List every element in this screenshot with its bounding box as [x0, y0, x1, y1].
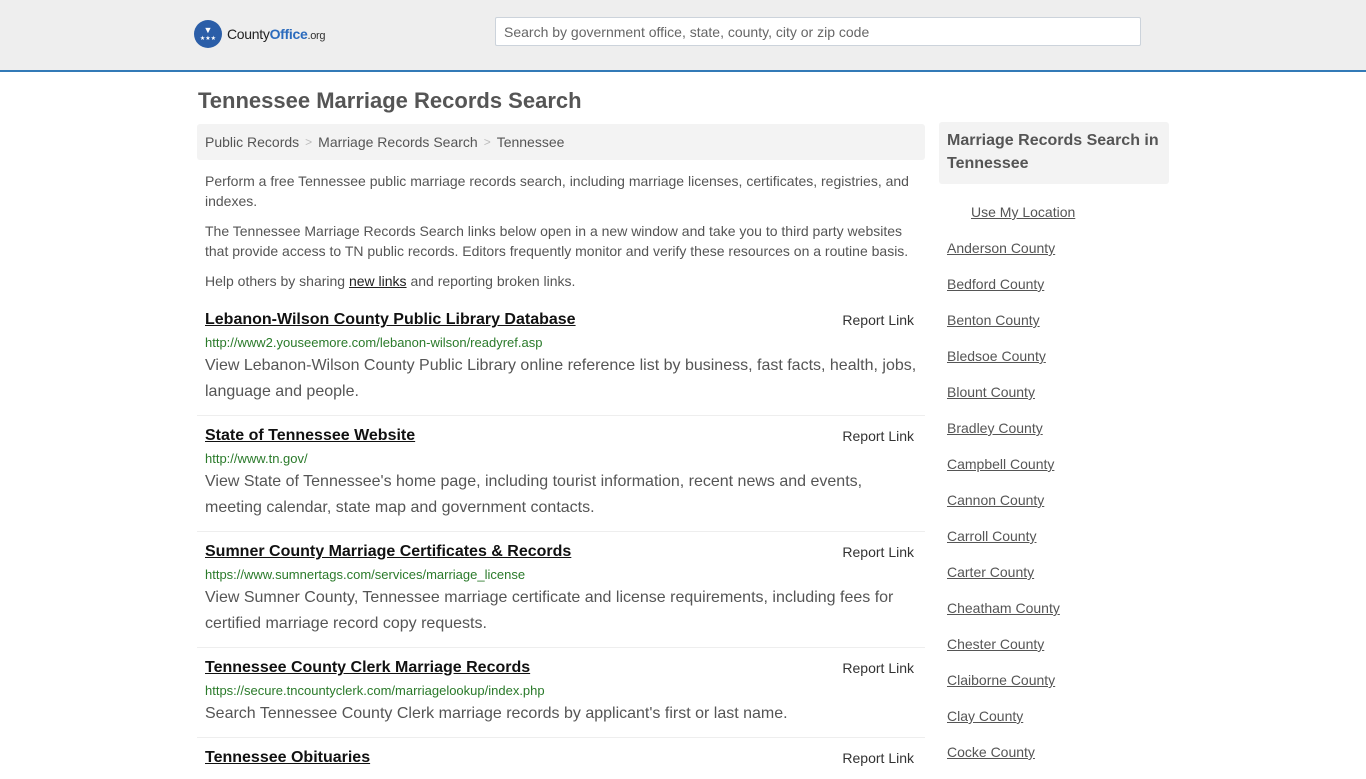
breadcrumb-public-records[interactable]: Public Records: [205, 134, 299, 150]
new-links-link[interactable]: new links: [349, 273, 407, 289]
use-my-location-link[interactable]: Use My Location: [971, 203, 1169, 221]
result-description: View State of Tennessee's home page, inc…: [205, 473, 863, 516]
county-link[interactable]: Clay County: [947, 708, 1023, 724]
result-description: View Lebanon-Wilson County Public Librar…: [205, 357, 917, 400]
report-link-button[interactable]: Report Link: [842, 750, 914, 766]
result-url: http://www2.youseemore.com/lebanon-wilso…: [205, 335, 543, 350]
result-item: Tennessee County Clerk Marriage Records …: [197, 648, 925, 738]
breadcrumb: Public Records > Marriage Records Search…: [197, 124, 925, 160]
page-title: Tennessee Marriage Records Search: [198, 88, 582, 113]
site-logo[interactable]: ▼ ★★★ CountyOffice.org: [194, 20, 326, 48]
logo-text: CountyOffice.org: [227, 26, 326, 42]
result-item: Lebanon-Wilson County Public Library Dat…: [197, 300, 925, 416]
result-item: Sumner County Marriage Certificates & Re…: [197, 532, 925, 648]
report-link-button[interactable]: Report Link: [842, 428, 914, 444]
result-title-link[interactable]: Lebanon-Wilson County Public Library Dat…: [205, 309, 576, 331]
county-list: Anderson County Bedford County Benton Co…: [939, 239, 1169, 779]
report-link-button[interactable]: Report Link: [842, 660, 914, 676]
sidebar: Marriage Records Search in Tennessee Use…: [939, 122, 1169, 779]
breadcrumb-separator: >: [305, 135, 313, 149]
intro-paragraph-1: Perform a free Tennessee public marriage…: [205, 173, 909, 209]
result-title-link[interactable]: State of Tennessee Website: [205, 425, 415, 447]
county-link[interactable]: Carroll County: [947, 528, 1036, 544]
county-link[interactable]: Bledsoe County: [947, 348, 1046, 364]
report-link-button[interactable]: Report Link: [842, 544, 914, 560]
county-link[interactable]: Anderson County: [947, 240, 1055, 256]
intro-paragraph-2: The Tennessee Marriage Records Search li…: [205, 223, 909, 259]
county-link[interactable]: Claiborne County: [947, 672, 1055, 688]
result-url: https://www.sumnertags.com/services/marr…: [205, 567, 526, 582]
county-link[interactable]: Cannon County: [947, 492, 1044, 508]
result-url: https://secure.tncountyclerk.com/marriag…: [205, 683, 545, 698]
result-description: Search Tennessee County Clerk marriage r…: [205, 705, 788, 722]
county-link[interactable]: Bradley County: [947, 420, 1043, 436]
result-title-link[interactable]: Tennessee Obituaries: [205, 747, 370, 769]
sidebar-heading: Marriage Records Search in Tennessee: [939, 122, 1169, 184]
result-item: State of Tennessee Website Report Link h…: [197, 416, 925, 532]
results-list: Lebanon-Wilson County Public Library Dat…: [197, 300, 925, 779]
breadcrumb-separator: >: [483, 135, 491, 149]
county-link[interactable]: Blount County: [947, 384, 1035, 400]
breadcrumb-current: Tennessee: [496, 134, 565, 150]
county-link[interactable]: Bedford County: [947, 276, 1044, 292]
intro-paragraph-3: Help others by sharing new links and rep…: [205, 273, 576, 289]
intro-text: Perform a free Tennessee public marriage…: [205, 171, 920, 301]
site-header: ▼ ★★★ CountyOffice.org: [0, 0, 1366, 72]
county-link[interactable]: Benton County: [947, 312, 1040, 328]
county-link[interactable]: Carter County: [947, 564, 1034, 580]
breadcrumb-marriage-records-search[interactable]: Marriage Records Search: [318, 134, 478, 150]
result-description: View Sumner County, Tennessee marriage c…: [205, 589, 894, 632]
site-search-input[interactable]: [495, 17, 1141, 46]
county-link[interactable]: Campbell County: [947, 456, 1054, 472]
result-title-link[interactable]: Sumner County Marriage Certificates & Re…: [205, 541, 571, 563]
county-link[interactable]: Cocke County: [947, 744, 1035, 760]
result-item: Tennessee Obituaries Report Link: [197, 738, 925, 779]
report-link-button[interactable]: Report Link: [842, 312, 914, 328]
result-title-link[interactable]: Tennessee County Clerk Marriage Records: [205, 657, 530, 679]
county-link[interactable]: Chester County: [947, 636, 1044, 652]
eagle-stars-badge-icon: ▼ ★★★: [194, 20, 222, 48]
result-url: http://www.tn.gov/: [205, 451, 308, 466]
county-link[interactable]: Cheatham County: [947, 600, 1060, 616]
